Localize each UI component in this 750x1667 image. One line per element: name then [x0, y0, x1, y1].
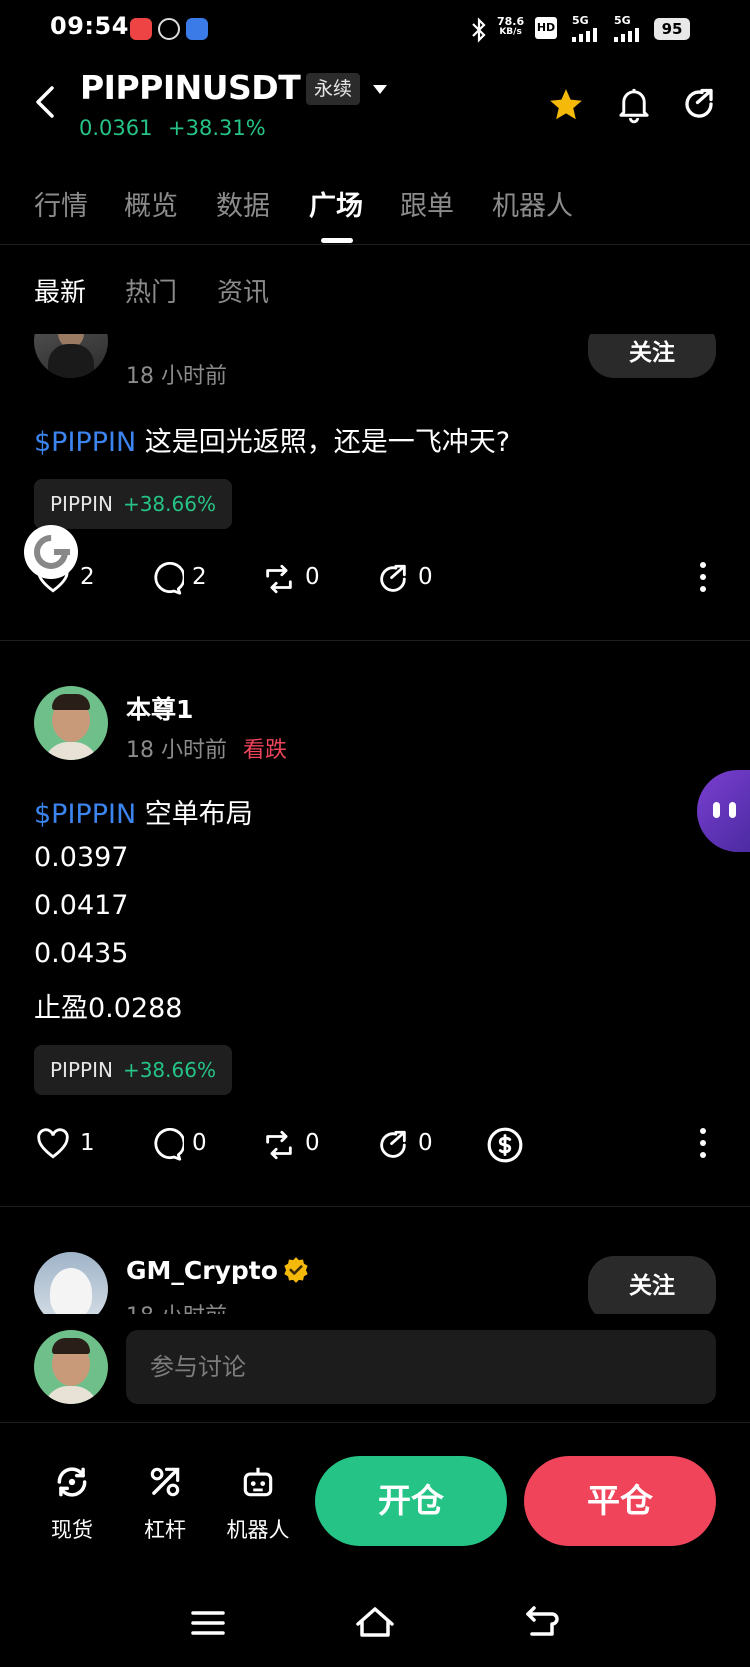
- my-avatar[interactable]: [34, 1330, 108, 1404]
- username[interactable]: 本尊1: [126, 690, 193, 726]
- status-bar: 09:54 78.6 KB/s HD 5G 5G 95: [0, 0, 750, 60]
- repost-icon[interactable]: [262, 562, 296, 596]
- subtab-news[interactable]: 资讯: [217, 272, 269, 309]
- home-icon[interactable]: [354, 1604, 396, 1640]
- post-time: 18 小时前: [126, 364, 227, 389]
- net-speed: 78.6 KB/s: [497, 15, 525, 37]
- back-icon[interactable]: [28, 84, 64, 120]
- price-change: +38.31%: [168, 116, 266, 140]
- bell-icon[interactable]: [616, 86, 652, 124]
- notification-app-icon: [186, 18, 208, 40]
- menu-icon[interactable]: [190, 1608, 226, 1638]
- more-icon[interactable]: [698, 560, 708, 594]
- robot-icon[interactable]: [239, 1463, 277, 1501]
- follow-button[interactable]: 关注: [588, 334, 716, 378]
- more-icon[interactable]: [698, 1126, 708, 1160]
- divider: [0, 244, 750, 245]
- close-position-button[interactable]: 平仓: [524, 1456, 716, 1546]
- follow-button[interactable]: 关注: [588, 1256, 716, 1314]
- like-count: 1: [80, 1130, 95, 1156]
- verified-badge-icon: [284, 1257, 308, 1283]
- post-content: $PIPPIN 空单布局: [34, 799, 253, 830]
- spot-icon[interactable]: [53, 1463, 91, 1501]
- avatar[interactable]: [34, 686, 108, 760]
- post-content: $PIPPIN 这是回光返照，还是一飞冲天?: [34, 427, 511, 458]
- active-tab-indicator: [321, 238, 353, 243]
- share-icon[interactable]: [376, 562, 410, 596]
- back-nav-icon[interactable]: [524, 1606, 560, 1640]
- bluetooth-icon: [472, 17, 486, 43]
- like-icon[interactable]: [36, 1128, 70, 1160]
- tab-overview[interactable]: 概览: [124, 184, 178, 223]
- signal-icon: [572, 28, 597, 42]
- comment-count: 2: [192, 564, 207, 590]
- tab-square[interactable]: 广场: [309, 184, 363, 223]
- caret-down-icon[interactable]: [372, 84, 388, 96]
- comment-icon[interactable]: [150, 562, 184, 596]
- repost-count: 0: [305, 1130, 320, 1156]
- nav-bot-label[interactable]: 机器人: [220, 1514, 296, 1544]
- signal-icon: [614, 28, 639, 42]
- notification-app-icon: [130, 18, 152, 40]
- tip-dollar-icon[interactable]: [486, 1126, 524, 1164]
- hd-badge: HD: [535, 17, 557, 39]
- repost-icon[interactable]: [262, 1128, 296, 1162]
- share-icon[interactable]: [681, 86, 717, 122]
- comment-input[interactable]: 参与讨论: [126, 1330, 716, 1404]
- last-price: 0.0361: [79, 116, 153, 140]
- tab-bots[interactable]: 机器人: [492, 184, 573, 223]
- notification-app-icon: [158, 18, 180, 40]
- feed[interactable]: 18 小时前 关注 $PIPPIN 这是回光返照，还是一飞冲天? PIPPIN +…: [0, 334, 750, 1314]
- post-line: 0.0397: [34, 842, 129, 873]
- leverage-icon[interactable]: [146, 1463, 184, 1501]
- contract-type-badge[interactable]: 永续: [306, 73, 361, 105]
- divider: [0, 1206, 750, 1207]
- sentiment-tag: 看跌: [243, 738, 288, 763]
- comment-count: 0: [192, 1130, 207, 1156]
- post-time: 18 小时前: [126, 1298, 227, 1314]
- status-time: 09:54: [50, 12, 129, 40]
- open-position-button[interactable]: 开仓: [315, 1456, 507, 1546]
- share-icon[interactable]: [376, 1128, 410, 1162]
- post-line: 0.0417: [34, 890, 129, 921]
- ticker-chip[interactable]: PIPPIN +38.66%: [34, 1045, 232, 1095]
- pair-title[interactable]: PIPPINUSDT: [80, 68, 301, 107]
- subtab-latest[interactable]: 最新: [34, 272, 86, 309]
- tab-copy-trading[interactable]: 跟单: [400, 184, 454, 223]
- ticker-link[interactable]: $PIPPIN: [34, 799, 136, 830]
- repost-count: 0: [305, 564, 320, 590]
- username[interactable]: GM_Crypto: [126, 1256, 278, 1285]
- avatar[interactable]: [34, 1252, 108, 1314]
- divider: [0, 1422, 750, 1423]
- favorite-star-icon[interactable]: [547, 86, 585, 124]
- divider: [0, 640, 750, 641]
- post-time: 18 小时前: [126, 738, 227, 763]
- post-line: 止盈0.0288: [34, 993, 183, 1024]
- nav-spot-label[interactable]: 现货: [42, 1514, 102, 1544]
- loading-spinner: [24, 525, 78, 579]
- avatar[interactable]: [34, 334, 108, 378]
- comment-icon[interactable]: [150, 1128, 184, 1162]
- subtab-hot[interactable]: 热门: [125, 272, 177, 309]
- ticker-chip[interactable]: PIPPIN +38.66%: [34, 479, 232, 529]
- share-count: 0: [418, 1130, 433, 1156]
- tab-data[interactable]: 数据: [216, 184, 270, 223]
- like-count: 2: [80, 564, 95, 590]
- post-line: 0.0435: [34, 938, 129, 969]
- battery-indicator: 95: [654, 18, 690, 40]
- nav-leverage-label[interactable]: 杠杆: [135, 1514, 195, 1544]
- tab-market[interactable]: 行情: [34, 184, 88, 223]
- ticker-link[interactable]: $PIPPIN: [34, 427, 136, 458]
- share-count: 0: [418, 564, 433, 590]
